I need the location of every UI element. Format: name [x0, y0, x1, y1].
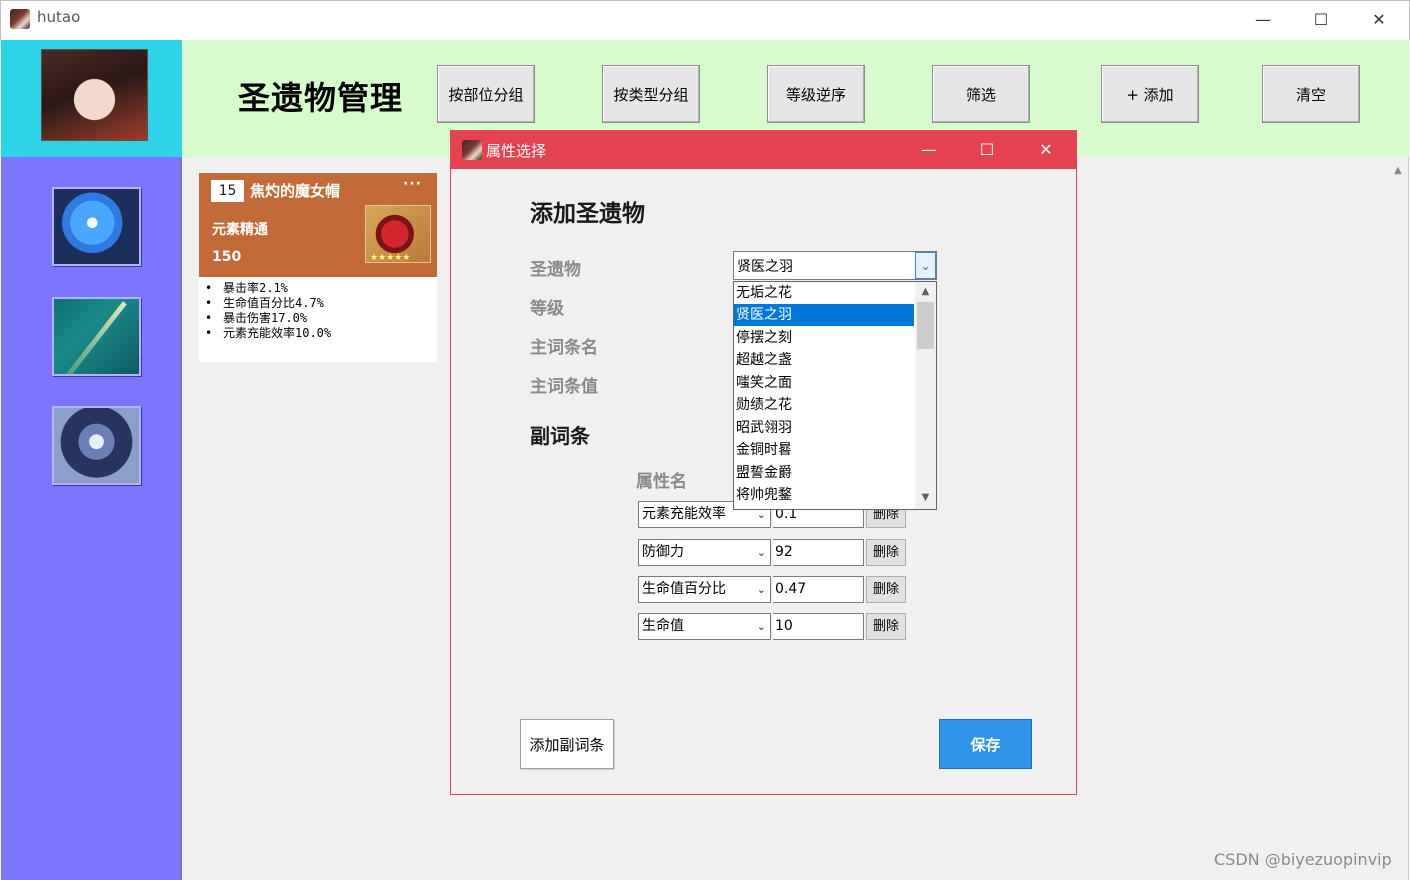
watermark: CSDN @biyezuopinvip [1214, 850, 1392, 869]
group-by-slot-button[interactable]: 按部位分组 [437, 65, 535, 123]
dropdown-option[interactable]: 停摆之刻 [734, 327, 914, 349]
content-scrollbar[interactable] [1388, 160, 1408, 878]
main-stat-value-label: 主词条值 [530, 377, 598, 397]
avatar[interactable] [41, 49, 148, 141]
chevron-down-icon: ⌄ [756, 620, 766, 633]
sub-stat-attr-value: 生命值百分比 [642, 581, 726, 597]
sub-stat-item: 元素充能效率10.0% [205, 326, 331, 341]
title-bar [0, 0, 1410, 40]
dropdown-option[interactable]: 无垢之花 [734, 282, 914, 304]
main-stat-value: 150 [212, 249, 242, 265]
dialog-maximize-button[interactable]: ☐ [958, 131, 1016, 169]
sub-stat-list: 暴击率2.1% 生命值百分比4.7% 暴击伤害17.0% 元素充能效率10.0% [205, 281, 331, 341]
chevron-down-icon: ⌄ [756, 583, 766, 596]
app-icon [10, 9, 30, 29]
sub-stat-value-input[interactable]: 0.47 [773, 576, 864, 603]
clear-button[interactable]: 清空 [1262, 65, 1360, 123]
sub-stat-attr-select[interactable]: 生命值百分比 ⌄ [638, 576, 771, 603]
sub-stat-attr-value: 元素充能效率 [642, 506, 726, 522]
dialog-title: 属性选择 [486, 142, 547, 160]
dropdown-option[interactable]: 勋绩之花 [734, 394, 914, 416]
sub-stat-attr-select[interactable]: 防御力 ⌄ [638, 539, 771, 566]
rarity-stars: ★★★★★ [370, 253, 411, 263]
dropdown-option[interactable]: 将帅兜鍪 [734, 484, 914, 506]
delete-sub-stat-button[interactable]: 删除 [866, 539, 906, 566]
maximize-button[interactable]: ☐ [1292, 0, 1350, 40]
delete-sub-stat-button[interactable]: 删除 [866, 576, 906, 603]
dropdown-scroll-thumb[interactable] [917, 302, 934, 349]
character-icon[interactable] [52, 406, 141, 485]
add-button[interactable]: + 添加 [1101, 65, 1199, 123]
chevron-down-icon: ⌄ [756, 546, 766, 559]
more-options-icon[interactable]: ··· [403, 176, 422, 192]
dropdown-option[interactable]: 昭武翎羽 [734, 417, 914, 439]
artifact-label: 圣遗物 [530, 260, 581, 280]
artifact-name: 焦灼的魔女帽 [250, 182, 341, 200]
save-button[interactable]: 保存 [939, 719, 1032, 769]
dropdown-option[interactable]: 嗤笑之面 [734, 372, 914, 394]
window-title: hutao [37, 8, 81, 26]
sub-stat-item: 暴击伤害17.0% [205, 311, 331, 326]
sub-stat-item: 生命值百分比4.7% [205, 296, 331, 311]
page-title: 圣遗物管理 [238, 79, 404, 117]
sub-stat-item: 暴击率2.1% [205, 281, 331, 296]
level-reverse-sort-button[interactable]: 等级逆序 [767, 65, 865, 123]
sub-stat-value-input[interactable]: 92 [773, 539, 864, 566]
scroll-up-arrow-icon[interactable]: ▲ [915, 284, 936, 300]
dialog-app-icon [462, 140, 482, 160]
delete-sub-stat-button[interactable]: 删除 [866, 613, 906, 640]
filter-button[interactable]: 筛选 [932, 65, 1030, 123]
sub-stat-attr-select[interactable]: 生命值 ⌄ [638, 613, 771, 640]
scroll-up-arrow-icon[interactable]: ▲ [1388, 160, 1408, 182]
chevron-down-icon[interactable]: ⌄ [915, 252, 936, 279]
artifact-level-badge: 15 [211, 180, 244, 202]
close-button[interactable]: ✕ [1350, 0, 1408, 40]
level-label: 等级 [530, 299, 564, 319]
artifact-select-value: 贤医之羽 [737, 259, 793, 275]
attribute-name-column-label: 属性名 [636, 472, 687, 492]
weapon-icon[interactable] [52, 297, 141, 376]
add-sub-stat-button[interactable]: 添加副词条 [520, 719, 614, 769]
sub-stat-value-input[interactable]: 10 [773, 613, 864, 640]
dialog-minimize-button[interactable]: — [900, 131, 958, 169]
main-stat-name-label: 主词条名 [530, 338, 598, 358]
flower-icon[interactable] [52, 187, 141, 266]
scroll-down-arrow-icon[interactable]: ▼ [915, 490, 936, 506]
dialog-close-button[interactable]: ✕ [1017, 131, 1075, 169]
dropdown-option[interactable]: 金铜时晷 [734, 439, 914, 461]
dropdown-option[interactable]: 盟誓金爵 [734, 462, 914, 484]
sub-stat-attr-value: 防御力 [642, 544, 684, 560]
sub-stat-attr-value: 生命值 [642, 618, 684, 634]
sub-stats-heading: 副词条 [530, 424, 590, 448]
minimize-button[interactable]: — [1234, 0, 1292, 40]
main-stat-name: 元素精通 [212, 222, 268, 238]
dropdown-option-selected[interactable]: 贤医之羽 [734, 304, 914, 326]
group-by-type-button[interactable]: 按类型分组 [602, 65, 700, 123]
dialog-heading: 添加圣遗物 [530, 201, 645, 227]
dropdown-option[interactable]: 超越之盏 [734, 349, 914, 371]
